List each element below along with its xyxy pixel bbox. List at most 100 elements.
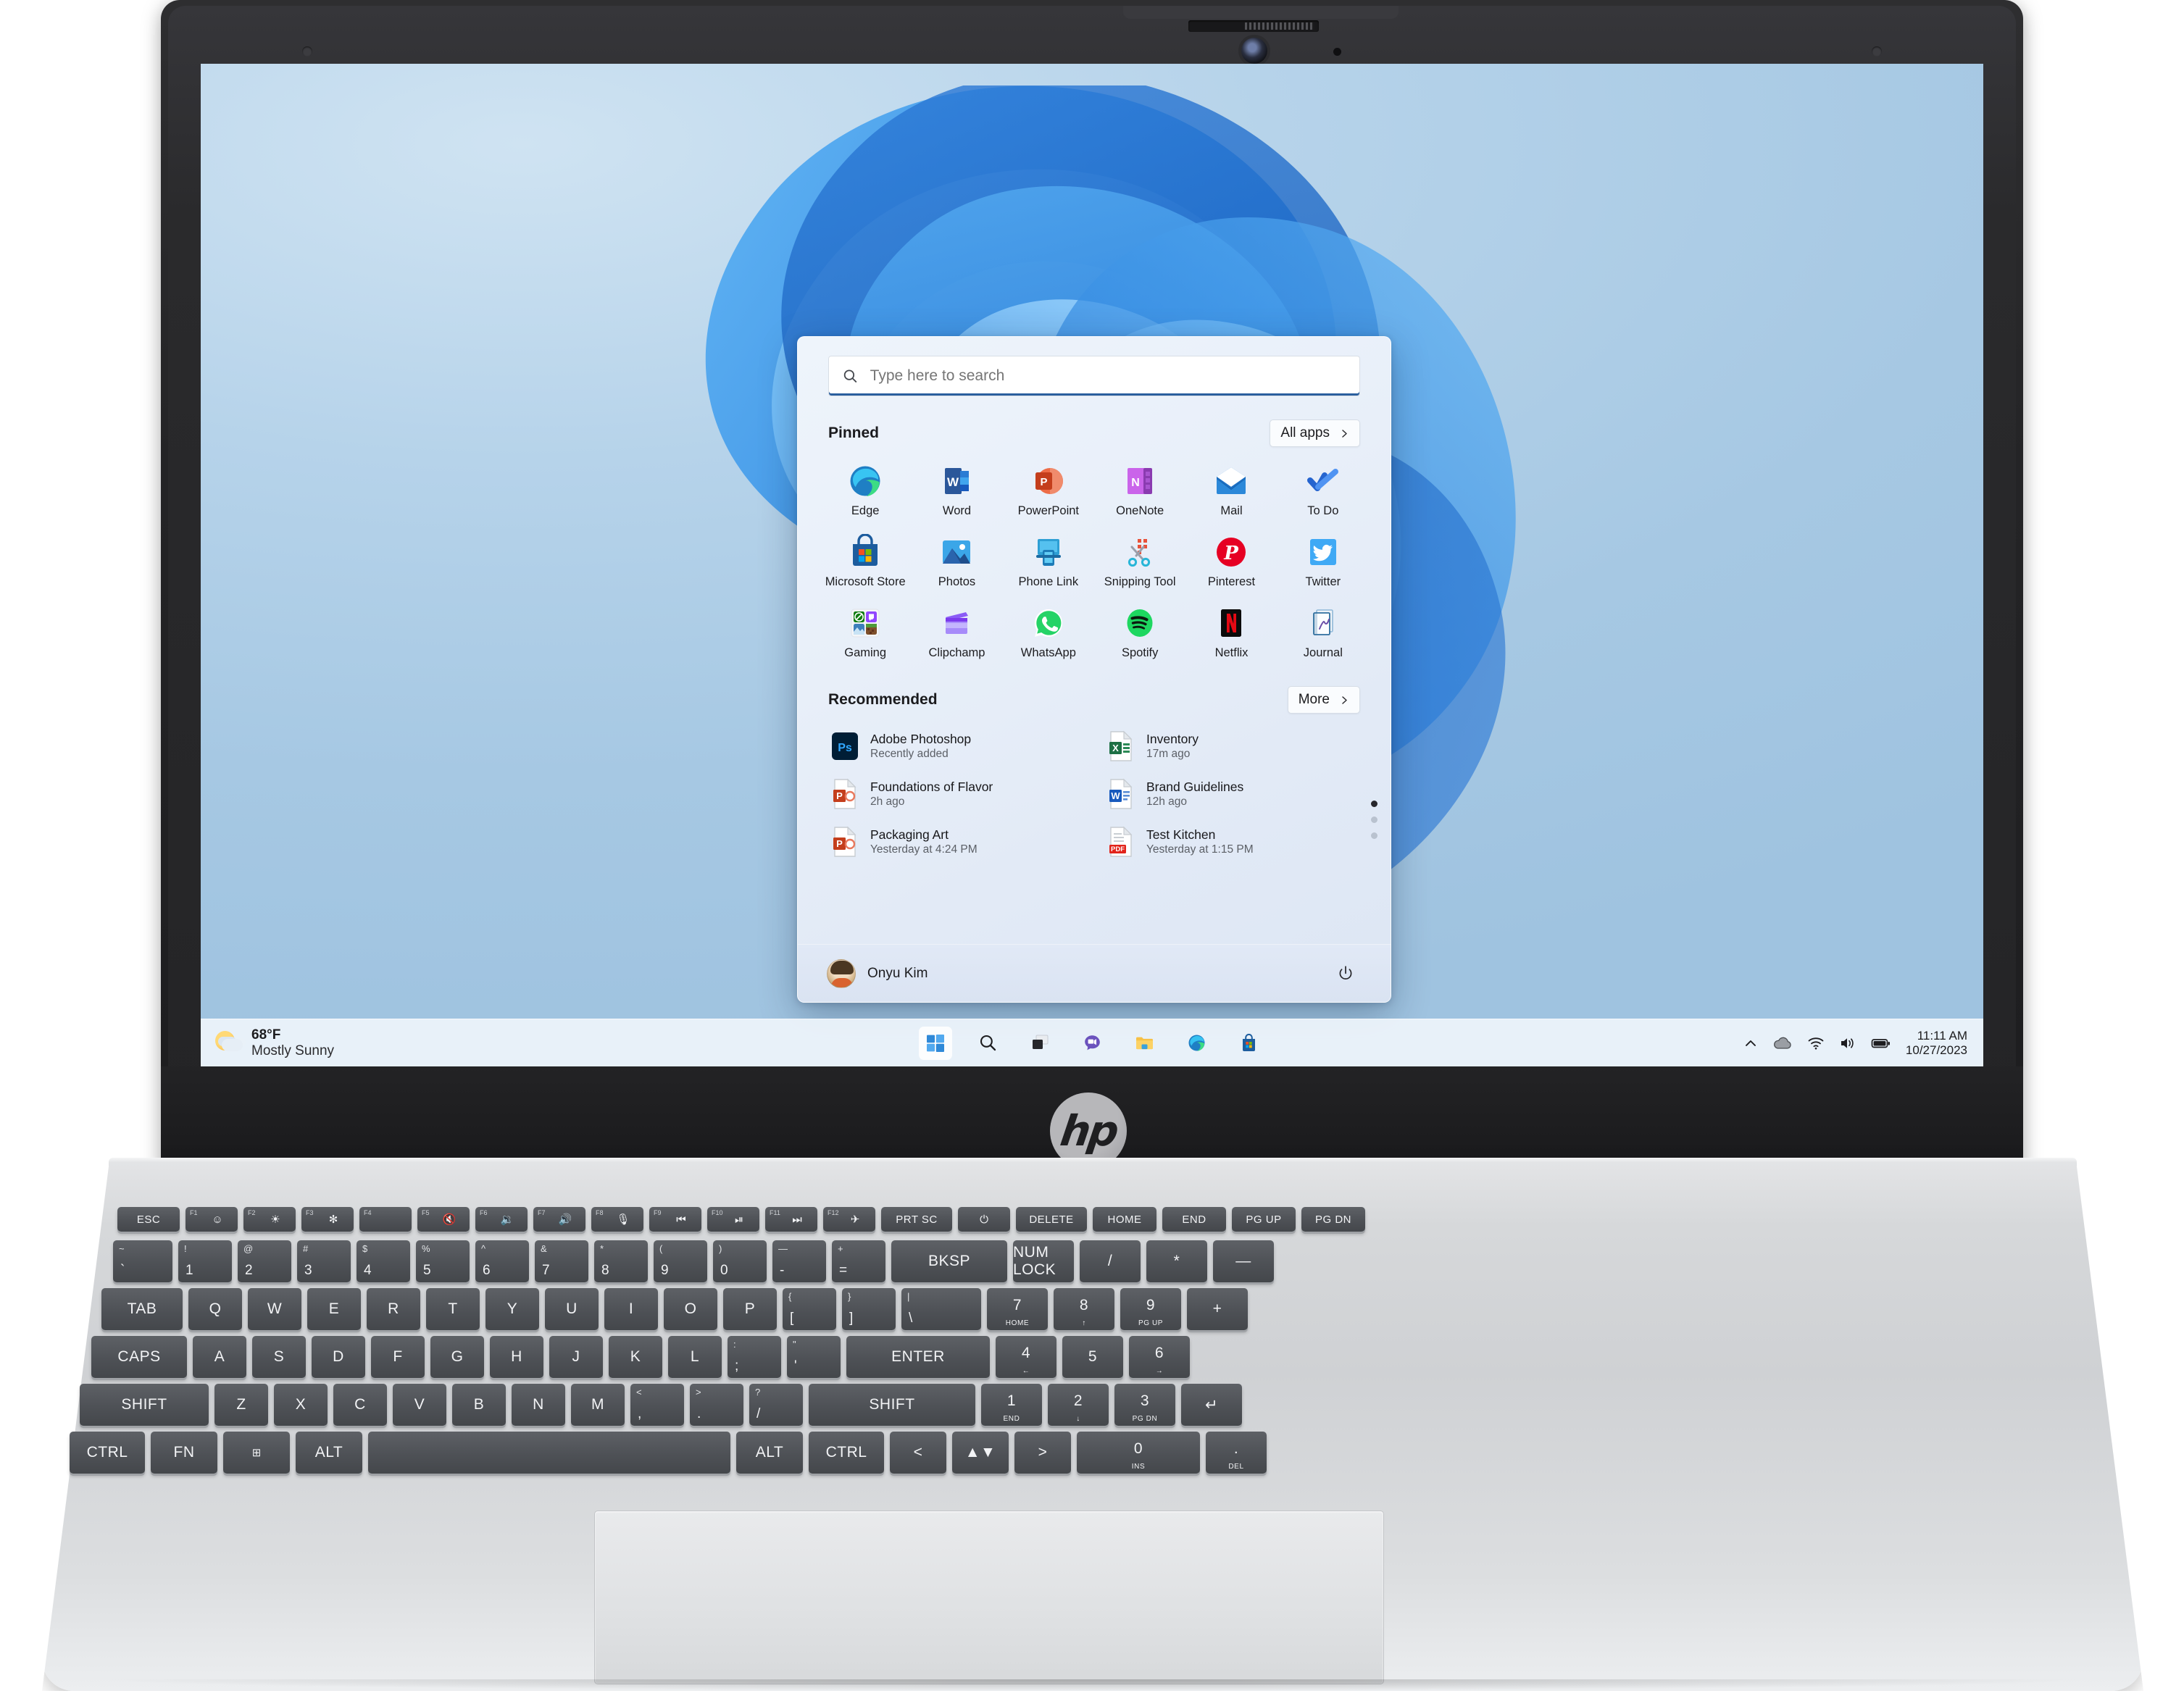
key-7[interactable]: & 7	[535, 1240, 588, 1282]
key--[interactable]: >.	[690, 1384, 743, 1426]
key-3[interactable]: 3 PG DN	[1114, 1384, 1175, 1426]
key--[interactable]: ~ `	[113, 1240, 172, 1282]
key-x[interactable]: X	[274, 1384, 328, 1426]
key--[interactable]: ↵	[1181, 1384, 1242, 1426]
key-b[interactable]: B	[452, 1384, 506, 1426]
key--[interactable]: F1 ☺	[186, 1207, 238, 1232]
pinned-app-pinterest[interactable]: P Pinterest	[1185, 525, 1277, 596]
key-1[interactable]: ! 1	[178, 1240, 232, 1282]
key-h[interactable]: H	[490, 1336, 543, 1378]
key-i[interactable]: I	[604, 1288, 658, 1330]
key-l[interactable]: L	[668, 1336, 722, 1378]
key-fn[interactable]: FN	[151, 1432, 217, 1474]
wifi-icon[interactable]	[1807, 1035, 1825, 1051]
key-e[interactable]: E	[307, 1288, 361, 1330]
key-home[interactable]: HOME	[1093, 1207, 1156, 1232]
recommended-item[interactable]: Ps Adobe Photoshop Recently added	[824, 724, 1088, 769]
key-d[interactable]: D	[312, 1336, 365, 1378]
key--[interactable]: }]	[842, 1288, 896, 1330]
key-pg-dn[interactable]: PG DN	[1301, 1207, 1365, 1232]
key--[interactable]: <,	[630, 1384, 684, 1426]
recommended-item[interactable]: W Brand Guidelines 12h ago	[1100, 772, 1364, 816]
key--[interactable]: >	[1014, 1432, 1071, 1474]
key-u[interactable]: U	[545, 1288, 599, 1330]
key-9[interactable]: 9 PG UP	[1120, 1288, 1181, 1330]
key--[interactable]: {[	[783, 1288, 836, 1330]
key-8[interactable]: * 8	[594, 1240, 648, 1282]
key-caps[interactable]: CAPS	[91, 1336, 187, 1378]
camera-shutter-slider[interactable]	[1188, 20, 1319, 32]
key-ctrl[interactable]: CTRL	[70, 1432, 145, 1474]
key-o[interactable]: O	[664, 1288, 717, 1330]
pinned-app-onenote[interactable]: N OneNote	[1094, 454, 1185, 525]
key-0[interactable]: 0 INS	[1077, 1432, 1200, 1474]
key--[interactable]: F3 ✻	[301, 1207, 354, 1232]
pinned-pagination[interactable]	[1371, 801, 1377, 839]
key-4[interactable]: 4 ←	[996, 1336, 1056, 1378]
key--[interactable]: F12 ✈	[823, 1207, 875, 1232]
key-5[interactable]: 5	[1062, 1336, 1123, 1378]
key-a[interactable]: A	[193, 1336, 246, 1378]
key-6[interactable]: ^ 6	[475, 1240, 529, 1282]
key--[interactable]: + =	[832, 1240, 885, 1282]
key--[interactable]: F2 ☀	[243, 1207, 296, 1232]
key-7[interactable]: 7 HOME	[987, 1288, 1048, 1330]
key-y[interactable]: Y	[485, 1288, 539, 1330]
key-k[interactable]: K	[609, 1336, 662, 1378]
key-4[interactable]: $4	[357, 1240, 410, 1282]
key--[interactable]: ⊞	[223, 1432, 290, 1474]
key-shift[interactable]: SHIFT	[80, 1384, 209, 1426]
key--[interactable]: —	[1213, 1240, 1274, 1282]
recommended-item[interactable]: P Foundations of Flavor 2h ago	[824, 772, 1088, 816]
pinned-app-snipping-tool[interactable]: Snipping Tool	[1094, 525, 1185, 596]
key-enter[interactable]: ENTER	[846, 1336, 990, 1378]
key-1[interactable]: 1 END	[981, 1384, 1042, 1426]
key-c[interactable]: C	[333, 1384, 387, 1426]
key--[interactable]: . DEL	[1206, 1432, 1267, 1474]
search-box[interactable]	[828, 356, 1360, 396]
pinned-app-netflix[interactable]: Netflix	[1185, 596, 1277, 667]
key-g[interactable]: G	[430, 1336, 484, 1378]
key-m[interactable]: M	[571, 1384, 625, 1426]
trackpad[interactable]	[594, 1511, 1384, 1684]
pinned-app-whatsapp[interactable]: WhatsApp	[1003, 596, 1094, 667]
key--[interactable]: F7 🔊	[533, 1207, 585, 1232]
key-prt-sc[interactable]: PRT SC	[881, 1207, 952, 1232]
start-button[interactable]	[919, 1026, 952, 1060]
chevron-up-icon[interactable]	[1743, 1036, 1758, 1050]
key-f[interactable]: F	[371, 1336, 425, 1378]
pinned-app-microsoft-store[interactable]: Microsoft Store	[820, 525, 911, 596]
key-q[interactable]: Q	[188, 1288, 242, 1330]
key-r[interactable]: R	[367, 1288, 420, 1330]
search-button[interactable]	[971, 1027, 1004, 1060]
key--[interactable]: F8 🎙	[591, 1207, 643, 1232]
key--[interactable]: ▲▼	[952, 1432, 1009, 1474]
speaker-icon[interactable]	[1839, 1035, 1856, 1051]
key-end[interactable]: END	[1162, 1207, 1226, 1232]
key-p[interactable]: P	[723, 1288, 777, 1330]
clock[interactable]: 11:11 AM 10/27/2023	[1906, 1029, 1967, 1057]
key-shift[interactable]: SHIFT	[809, 1384, 975, 1426]
key--[interactable]: *	[1146, 1240, 1207, 1282]
key-key[interactable]	[368, 1432, 730, 1474]
key-5[interactable]: % 5	[416, 1240, 470, 1282]
all-apps-button[interactable]: All apps	[1270, 419, 1360, 447]
key-alt[interactable]: ALT	[736, 1432, 803, 1474]
key--[interactable]: F6 🔉	[475, 1207, 528, 1232]
pinned-app-journal[interactable]: Journal	[1278, 596, 1369, 667]
key-3[interactable]: #3	[297, 1240, 351, 1282]
pinned-app-word[interactable]: W Word	[911, 454, 1002, 525]
key-delete[interactable]: DELETE	[1016, 1207, 1087, 1232]
key-6[interactable]: 6 →	[1129, 1336, 1190, 1378]
pinned-app-clipchamp[interactable]: Clipchamp	[911, 596, 1002, 667]
key-f4[interactable]: F4	[359, 1207, 412, 1232]
key-esc[interactable]: ESC	[117, 1207, 180, 1232]
key--[interactable]: F10 ⏯	[707, 1207, 759, 1232]
key--[interactable]: ⏻	[958, 1207, 1010, 1232]
key-w[interactable]: W	[248, 1288, 301, 1330]
key-alt[interactable]: ALT	[296, 1432, 362, 1474]
battery-icon[interactable]	[1871, 1036, 1891, 1050]
taskbar-weather-widget[interactable]: 68°F Mostly Sunny	[201, 1027, 520, 1058]
key-tab[interactable]: TAB	[101, 1288, 183, 1330]
pinned-app-twitter[interactable]: Twitter	[1278, 525, 1369, 596]
